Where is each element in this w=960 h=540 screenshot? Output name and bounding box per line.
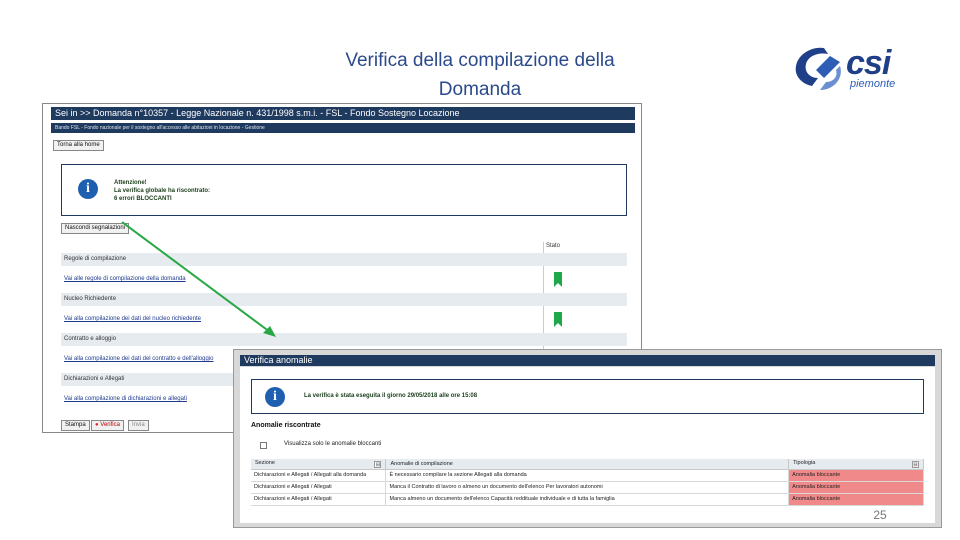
table-row[interactable]: Dichiarazioni e Allegati / Allegati alla… bbox=[251, 469, 924, 482]
section-link[interactable]: Vai alla compilazione dei dati del nucle… bbox=[61, 313, 627, 326]
cell-type: Anomalia bloccante bbox=[788, 493, 924, 506]
verification-alert-box: i Attenzione! La verifica globale ha ris… bbox=[61, 164, 627, 216]
slide-title-line-1: Verifica della compilazione della bbox=[345, 50, 615, 71]
alert-line-2: La verifica globale ha riscontrato: bbox=[114, 188, 211, 194]
section-link[interactable]: Vai alle regole di compilazione della do… bbox=[61, 273, 627, 286]
table-row[interactable]: Dichiarazioni e Allegati / Allegati Manc… bbox=[251, 481, 924, 494]
section-row: Regole di compilazione bbox=[61, 253, 627, 266]
popup-info-text: La verifica è stata eseguita il giorno 2… bbox=[304, 393, 478, 399]
cell-section: Dichiarazioni e Allegati / Allegati bbox=[251, 493, 387, 506]
cell-anomaly: Manca almeno un documento dell'elenco Ca… bbox=[385, 493, 790, 506]
verify-icon: ● bbox=[95, 422, 99, 428]
section-row: Contratto e alloggio bbox=[61, 333, 627, 346]
slide-title: Verifica della compilazione della Domand… bbox=[300, 46, 660, 104]
info-icon: i bbox=[78, 179, 98, 199]
home-button[interactable]: Torna alla home bbox=[53, 140, 104, 151]
cell-type: Anomalia bloccante bbox=[788, 481, 924, 494]
cell-type: Anomalia bloccante bbox=[788, 469, 924, 482]
table-row[interactable]: Dichiarazioni e Allegati / Allegati Manc… bbox=[251, 493, 924, 506]
hide-notifications-button[interactable]: Nascondi segnalazioni bbox=[61, 223, 130, 234]
cell-section: Dichiarazioni e Allegati / Allegati alla… bbox=[251, 469, 387, 482]
popup-body: i La verifica è stata eseguita il giorno… bbox=[240, 367, 935, 523]
csi-swirl-icon bbox=[795, 47, 841, 90]
form-header-breadcrumb: Sei in >> Domanda n°10357 - Legge Nazion… bbox=[51, 107, 635, 120]
slide-title-line-2: Domanda bbox=[438, 79, 522, 100]
blocking-only-label: Visualizza solo le anomalie bloccanti bbox=[284, 441, 382, 447]
column-header-label: Anomalie di compilazione bbox=[390, 460, 453, 467]
popup-info-box: i La verifica è stata eseguita il giorno… bbox=[251, 379, 924, 414]
cell-anomaly: È necessario compilare la sezione Allega… bbox=[385, 469, 790, 482]
column-header[interactable]: Sezione ⊟ bbox=[251, 459, 387, 470]
cell-section: Dichiarazioni e Allegati / Allegati bbox=[251, 481, 387, 494]
column-menu-icon[interactable]: ⊟ bbox=[374, 460, 382, 468]
anomalies-heading: Anomalie riscontrate bbox=[251, 422, 321, 429]
column-menu-icon[interactable]: ⊟ bbox=[912, 460, 919, 468]
anomalies-popup-screenshot: Verifica anomalie i La verifica è stata … bbox=[233, 349, 942, 528]
column-header-label: Sezione bbox=[255, 459, 275, 466]
form-subheader: Bando FSL - Fondo nazionale per il soste… bbox=[51, 123, 635, 133]
send-button[interactable]: Invia bbox=[128, 420, 149, 431]
verification-alert-text: Attenzione! La verifica globale ha risco… bbox=[114, 179, 210, 203]
csi-piemonte-logo: csi piemonte bbox=[794, 44, 904, 96]
alert-line-3: 6 errori BLOCCANTI bbox=[114, 196, 172, 202]
page-number: 25 bbox=[873, 508, 887, 522]
cell-anomaly: Manca il Contratto di lavoro o almeno un… bbox=[385, 481, 790, 494]
column-header[interactable]: Tipologia ⊟ bbox=[788, 459, 924, 470]
popup-title: Verifica anomalie bbox=[240, 355, 935, 366]
anomalies-table: Sezione ⊟ Anomalie di compilazione Tipol… bbox=[251, 459, 924, 506]
status-column-header: Stato bbox=[546, 243, 561, 249]
section-row: Nucleo Richiedente bbox=[61, 293, 627, 306]
blocking-only-checkbox[interactable] bbox=[260, 442, 267, 449]
column-header[interactable]: Anomalie di compilazione bbox=[385, 459, 790, 470]
column-header-label: Tipologia bbox=[793, 459, 816, 466]
alert-line-1: Attenzione! bbox=[114, 180, 147, 186]
ok-bookmark-icon bbox=[554, 272, 562, 287]
info-icon: i bbox=[265, 387, 285, 407]
logo-subtitle: piemonte bbox=[850, 78, 896, 90]
print-button[interactable]: Stampa bbox=[61, 420, 90, 431]
ok-bookmark-icon bbox=[554, 312, 562, 327]
verify-button[interactable]: ● Verifica bbox=[91, 420, 124, 431]
verify-label: Verifica bbox=[100, 422, 120, 428]
